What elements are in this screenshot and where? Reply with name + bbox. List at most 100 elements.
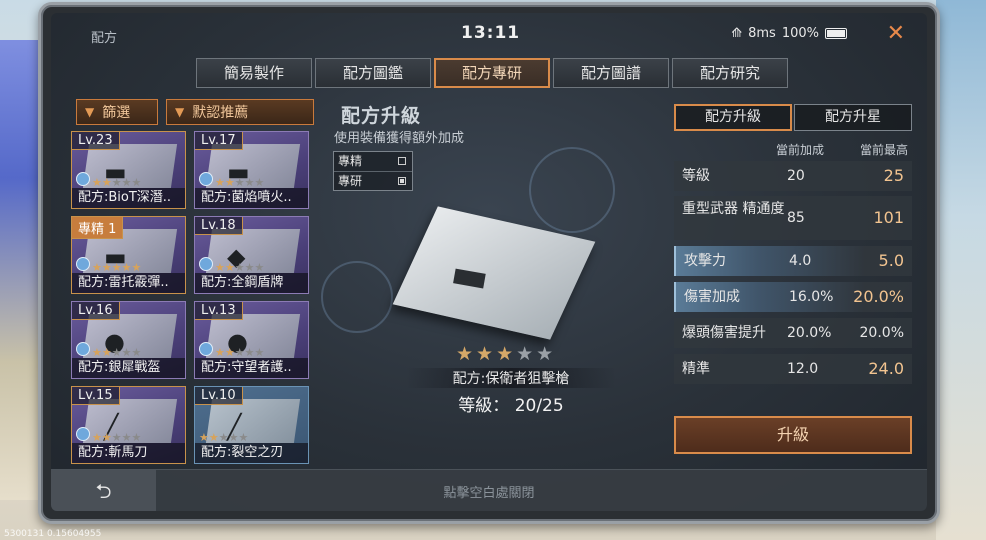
legend-label: 專研 [338,174,363,188]
recipe-screen: 配方 13:11 ⟰ 8ms 100% ✕ 簡易製作 配方圖鑑 配方專研 配方圖… [51,13,927,511]
stat-label: 爆頭傷害提升 [682,325,766,341]
chevron-down-icon: ▼ [85,105,95,119]
stat-current: 16.0% [789,289,834,305]
stat-row: 重型武器 精通度 85 101 [674,196,912,240]
card-name: 配方:BioT深潛.. [72,188,185,208]
mastery-icon [199,257,213,271]
legend: 專精 專研 [333,151,413,191]
stat-label: 傷害加成 [684,289,740,305]
tap-to-close-hint: 點擊空白處關閉 [443,486,535,501]
stat-row: 傷害加成 16.0% 20.0% [674,282,912,312]
item-name: 配方:保衛者狙擊槍 [406,368,616,388]
stat-row: 等級 20 25 [674,161,912,191]
tab-recipe-upgrade[interactable]: 配方升級 [674,104,792,131]
stat-label: 等級 [682,168,710,184]
status-indicators: ⟰ 8ms 100% [731,26,847,41]
background-scenery-right [936,0,986,540]
battery-text: 100% [781,26,819,41]
filter-row: ▼ 篩選 ▼ 默認推薦 [76,99,314,125]
section-subtitle: 使用裝備獲得額外加成 [334,131,465,146]
tab-recipe-chart[interactable]: 配方圖譜 [553,58,669,88]
recipe-card[interactable]: ◆ Lv.18 ★★★★★ 配方:全鋼盾牌 [194,216,309,294]
section-title: 配方升級 [341,105,422,127]
slot-ring-icon [321,261,393,333]
legend-row: 專研 [334,171,412,190]
checkbox-icon [398,157,406,165]
stat-label: 重型武器 精通度 [682,201,785,217]
card-name: 配方:菌焰噴火.. [195,188,308,208]
card-level: Lv.13 [195,302,243,320]
stat-current: 4.0 [789,253,812,269]
item-level: 等級： 20/25 [458,396,564,416]
card-name: 配方:銀犀戰盔 [72,358,185,378]
slot-ring-icon [529,147,615,233]
recipe-card[interactable]: ▬ Lv.23 ★★★★★ 配方:BioT深潛.. [71,131,186,209]
tablet-frame: 配方 13:11 ⟰ 8ms 100% ✕ 簡易製作 配方圖鑑 配方專研 配方圖… [38,2,940,524]
sniper-rifle-icon: ▬ [447,250,493,302]
legend-label: 專精 [338,154,363,168]
tab-recipe-catalog[interactable]: 配方圖鑑 [315,58,431,88]
mastery-icon [76,342,90,356]
filter-button[interactable]: ▼ 篩選 [76,99,158,125]
stat-label: 精準 [682,361,710,377]
mastery-icon [76,257,90,271]
stat-max: 5.0 [878,251,904,270]
wifi-icon: ⟰ [731,26,743,41]
tab-recipe-star-up[interactable]: 配方升星 [794,104,912,131]
card-name: 配方:雷托霰彈.. [72,273,185,293]
stat-row: 攻擊力 4.0 5.0 [674,246,912,276]
stat-label: 攻擊力 [684,253,726,269]
recipe-card[interactable]: ● Lv.16 ★★★★★ 配方:銀犀戰盔 [71,301,186,379]
stat-max: 24.0 [868,359,904,378]
status-bar: 配方 13:11 ⟰ 8ms 100% ✕ [51,13,927,55]
star-rating: ★★★★★ [456,343,557,365]
card-level: Lv.16 [72,302,120,320]
upgrade-tabs: 配方升級 配方升星 [674,104,912,131]
card-name: 配方:斬馬刀 [72,443,185,463]
stat-current: 85 [787,210,805,226]
recipe-card[interactable]: ▬ 專精 1 ★★★★★ 配方:雷托霰彈.. [71,216,186,294]
card-level: Lv.23 [72,132,120,150]
stat-row: 精準 12.0 24.0 [674,354,912,384]
stat-current: 20.0% [787,325,832,341]
ping-text: 8ms [748,26,776,41]
stat-current: 20 [787,168,805,184]
debug-text: 5300131 0.15604955 [4,529,102,539]
card-level: Lv.17 [195,132,243,150]
stat-max: 25 [883,166,904,185]
tab-recipe-mastery[interactable]: 配方專研 [434,58,550,88]
recipe-grid: ▬ Lv.23 ★★★★★ 配方:BioT深潛.. ▬ Lv.17 ★★★★★ … [71,131,311,464]
stat-row: 爆頭傷害提升 20.0% 20.0% [674,318,912,348]
battery-icon [825,28,847,39]
recipe-card[interactable]: ● Lv.13 ★★★★★ 配方:守望者護.. [194,301,309,379]
upgrade-button[interactable]: 升級 [674,416,912,454]
legend-row: 專精 [334,152,412,171]
close-button[interactable]: ✕ [887,21,905,46]
card-level: 專精 1 [72,217,124,239]
stat-current: 12.0 [787,361,819,377]
card-level: Lv.18 [195,217,243,235]
mastery-icon [76,427,90,441]
checkbox-icon [398,177,406,185]
bottom-bar[interactable]: ⮌ 點擊空白處關閉 [51,469,927,511]
card-name: 配方:裂空之刃 [195,443,308,463]
card-name: 配方:守望者護.. [195,358,308,378]
stat-max: 20.0% [859,325,904,341]
filter-label: 篩選 [102,105,131,121]
recipe-card[interactable]: ╱ Lv.15 ★★★★★ 配方:斬馬刀 [71,386,186,464]
card-level: Lv.10 [195,387,243,405]
stat-max: 20.0% [853,287,904,306]
recipe-card[interactable]: ▬ Lv.17 ★★★★★ 配方:菌焰噴火.. [194,131,309,209]
mastery-icon [199,172,213,186]
col-current: 當前加成 [776,143,825,157]
recipe-card[interactable]: ╱ Lv.10 ★★★★★ 配方:裂空之刃 [194,386,309,464]
stat-max: 101 [873,208,904,227]
main-tabs: 簡易製作 配方圖鑑 配方專研 配方圖譜 配方研究 [196,58,788,88]
card-name: 配方:全鋼盾牌 [195,273,308,293]
mastery-icon [199,342,213,356]
card-level: Lv.15 [72,387,120,405]
sort-default-button[interactable]: ▼ 默認推薦 [166,99,314,125]
mastery-icon [76,172,90,186]
tab-simple-craft[interactable]: 簡易製作 [196,58,312,88]
tab-recipe-research[interactable]: 配方研究 [672,58,788,88]
